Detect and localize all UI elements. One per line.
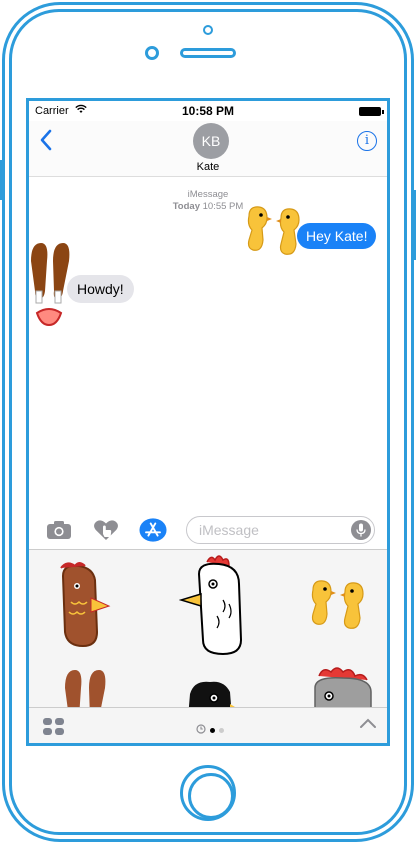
timestamp: Today 10:55 PM (29, 201, 387, 212)
status-time: 10:58 PM (181, 104, 235, 118)
conversation-header: KB Kate i (29, 121, 387, 177)
phone-device: Carrier 10:58 PM KB Kate i iMessage Toda… (0, 0, 416, 844)
status-bar: Carrier 10:58 PM (29, 101, 387, 121)
volume-button (0, 160, 3, 200)
front-camera (145, 46, 159, 60)
chick-sticker-drawer[interactable] (307, 578, 369, 639)
proximity-sensor (203, 25, 213, 35)
home-button[interactable] (180, 765, 236, 821)
app-tray (29, 707, 387, 743)
chick-sticker[interactable] (243, 204, 305, 265)
chevron-left-icon[interactable] (39, 129, 53, 155)
app-store-icon[interactable] (139, 517, 167, 543)
screen: Carrier 10:58 PM KB Kate i iMessage Toda… (26, 98, 390, 746)
black-chicken-sticker[interactable] (184, 678, 244, 707)
page-indicator[interactable] (196, 721, 224, 739)
contact-avatar[interactable]: KB (193, 123, 229, 159)
white-chicken-sticker[interactable] (178, 554, 249, 663)
page-dot[interactable] (219, 727, 224, 733)
app-drawer-icon[interactable] (43, 718, 67, 736)
earpiece-speaker (180, 48, 236, 58)
chevron-up-icon[interactable] (359, 716, 377, 734)
message-composer: iMessage (29, 513, 387, 549)
contact-name[interactable]: Kate (29, 161, 387, 173)
rooster-sticker[interactable] (57, 562, 117, 655)
message-input[interactable]: iMessage (186, 516, 375, 544)
microphone-icon[interactable] (351, 520, 371, 540)
message-bubble-incoming[interactable]: Howdy! (67, 275, 134, 303)
gray-chicken-sticker[interactable] (309, 666, 379, 707)
camera-icon[interactable] (45, 517, 73, 543)
message-input-placeholder: iMessage (199, 522, 259, 538)
page-dot-active[interactable] (210, 727, 215, 733)
info-icon[interactable]: i (357, 131, 377, 151)
service-label: iMessage (187, 189, 229, 200)
timestamp-time: 10:55 PM (202, 201, 244, 212)
battery-icon (359, 107, 384, 116)
message-bubble-outgoing[interactable]: Hey Kate! (297, 223, 377, 249)
recents-icon[interactable] (196, 721, 206, 739)
timestamp-day: Today (172, 201, 200, 212)
drumstick-sticker-drawer[interactable] (63, 668, 113, 707)
sticker-drawer (29, 549, 387, 707)
digital-touch-icon[interactable] (92, 517, 120, 543)
